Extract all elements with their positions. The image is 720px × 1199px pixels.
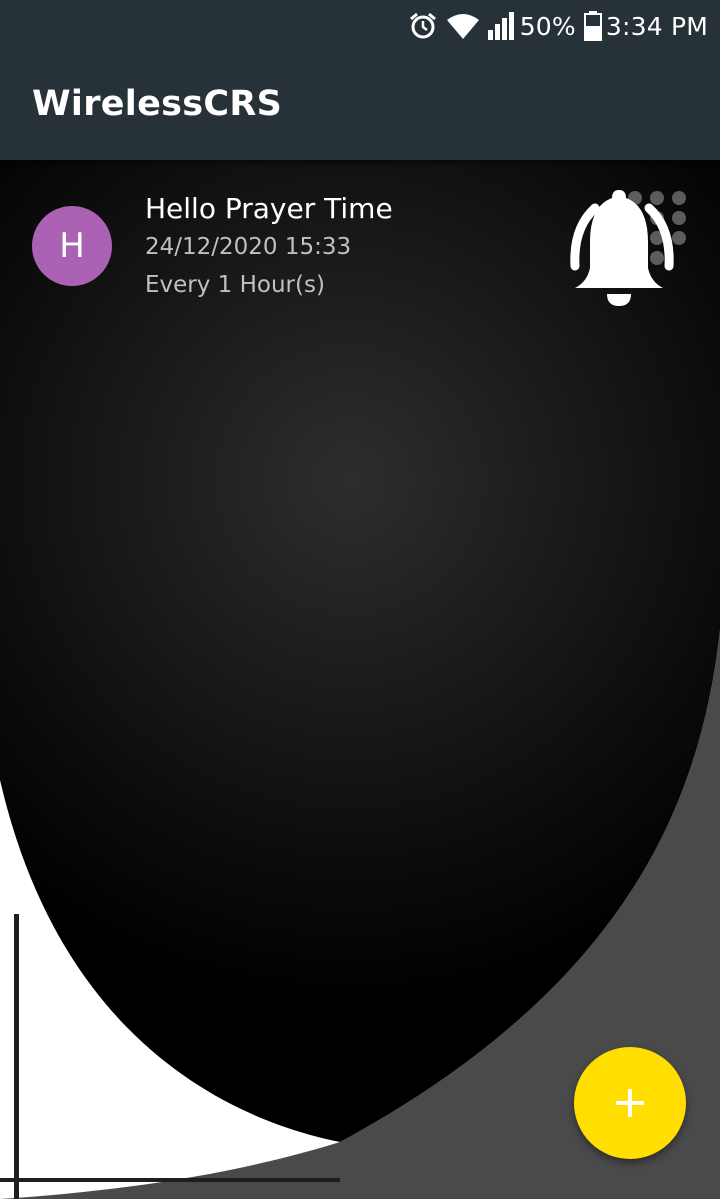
plus-icon (616, 1089, 644, 1117)
add-reminder-button[interactable] (574, 1047, 686, 1159)
bell-ringing-icon[interactable] (545, 184, 715, 334)
battery-icon (583, 11, 602, 41)
reminder-list: H Hello Prayer Time 24/12/2020 15:33 Eve… (0, 160, 720, 1199)
status-bar: 50% 3:34 PM (0, 0, 720, 52)
cellular-signal-icon (487, 12, 516, 40)
reminder-title: Hello Prayer Time (145, 192, 393, 225)
app-title: WirelessCRS (32, 84, 283, 124)
reminder-repeat: Every 1 Hour(s) (145, 272, 325, 298)
status-time: 3:34 PM (605, 11, 708, 41)
battery-percent: 50% (519, 11, 576, 41)
avatar: H (32, 206, 112, 286)
alarm-icon (408, 11, 438, 41)
reminder-datetime: 24/12/2020 15:33 (145, 234, 352, 260)
app-bar: WirelessCRS (0, 52, 720, 160)
list-item[interactable]: H Hello Prayer Time 24/12/2020 15:33 Eve… (0, 180, 720, 320)
wifi-icon (446, 12, 480, 40)
